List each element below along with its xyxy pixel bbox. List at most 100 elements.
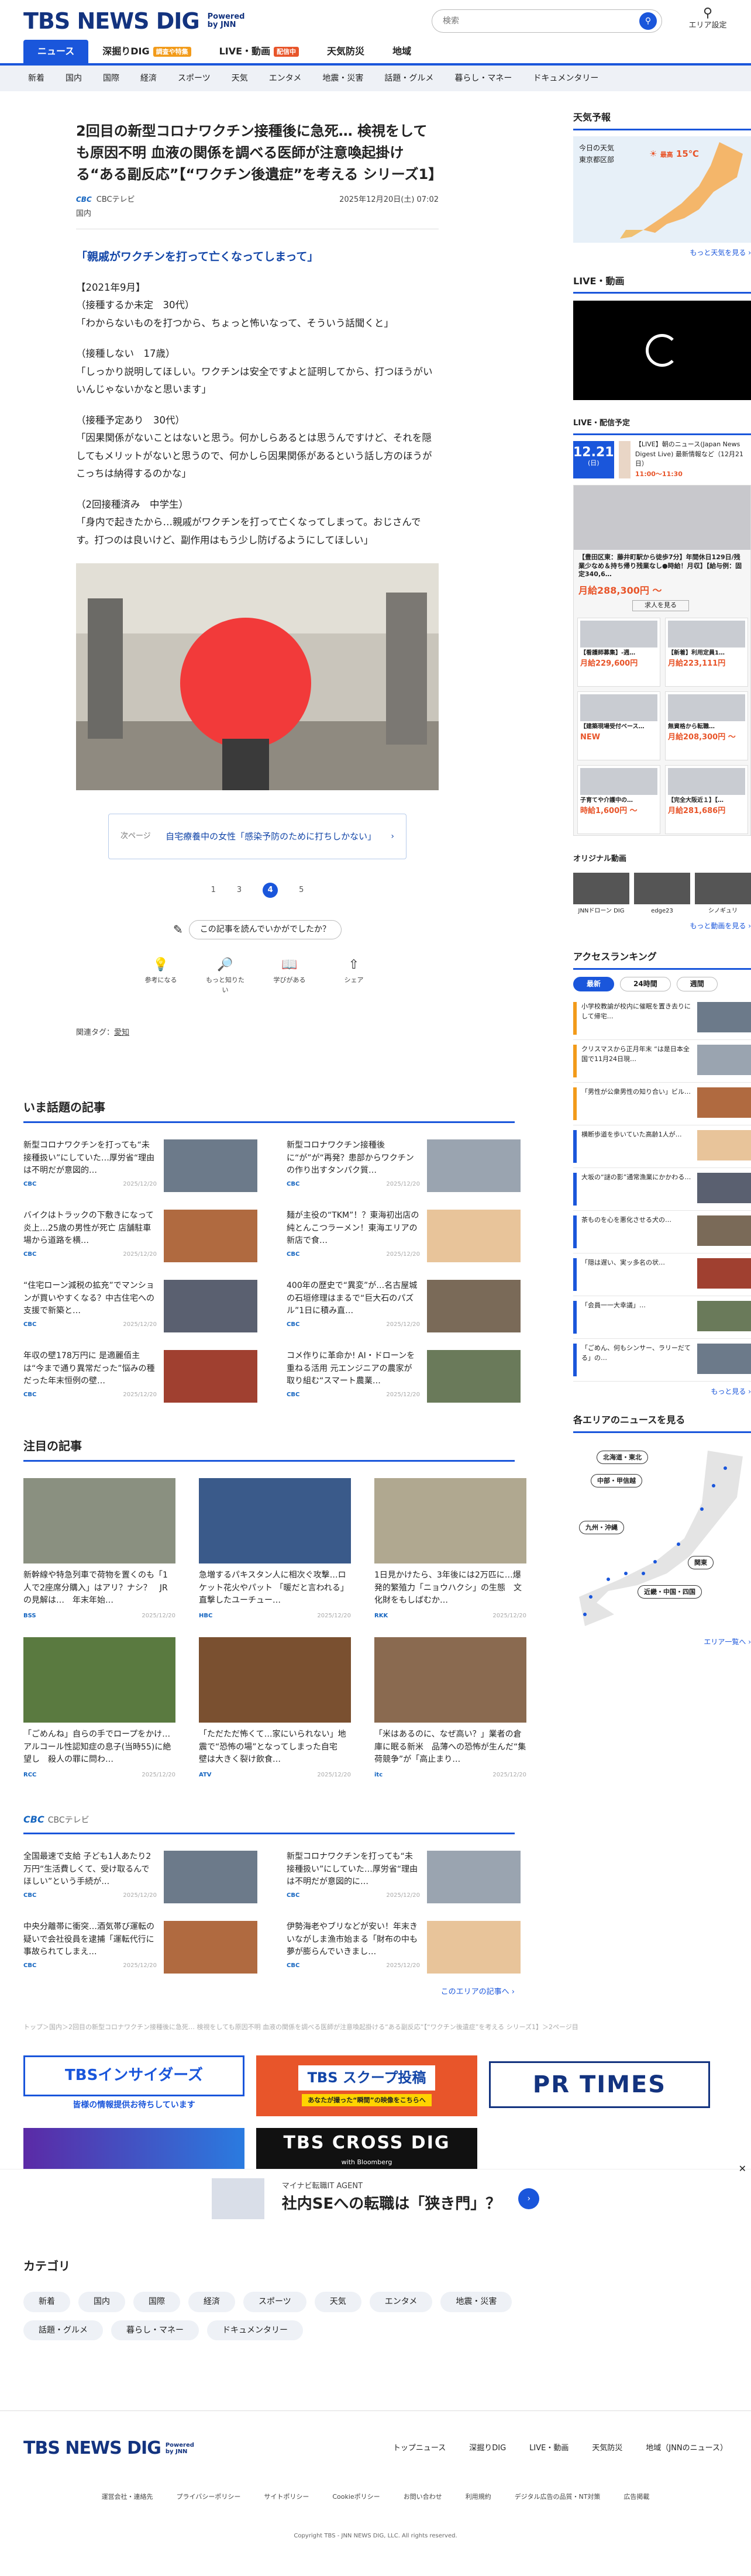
featured-card[interactable]: 1日見かけたら、3年後には2万匹に…爆発的繁殖力「ニョウハクシ」の生態 文化財を…: [374, 1478, 526, 1621]
ranking-item[interactable]: 大坂の“謎の影”通常漁業にかかわる…: [573, 1168, 751, 1211]
footer-sublink[interactable]: 広告掲載: [623, 2492, 649, 2502]
category-button[interactable]: 暮らし・マネー: [111, 2320, 199, 2340]
article-card[interactable]: 新型コロナワクチンを打っても“未接種扱い”にしていた…厚労省“理由は不明だが意図…: [287, 1850, 521, 1908]
ranking-item[interactable]: 横断歩道を歩いていた高齢1人が…: [573, 1125, 751, 1169]
subnav-item[interactable]: 話題・グルメ: [374, 72, 444, 85]
feedback-button[interactable]: この記事を読んでいかがでしたか？: [188, 920, 342, 939]
weather-widget[interactable]: 今日の天気 東京都区部 ☀ 最高 15℃: [573, 136, 751, 243]
subnav-item[interactable]: スポーツ: [167, 72, 221, 85]
ranking-item[interactable]: 「会員一一大幸議」…: [573, 1296, 751, 1339]
article-card[interactable]: 伊勢海老やブリなどが安い！年末きいながしま漁市始まる「財布の中も夢が膨らんでいき…: [287, 1920, 521, 1978]
article-card[interactable]: バイクはトラックの下敷きになって炎上…25歳の男性が死亡 店舗駐車場から道路を横…: [23, 1209, 257, 1267]
footer-sublink[interactable]: 運営会社・連絡先: [102, 2492, 153, 2502]
subnav-item[interactable]: エンタメ: [259, 72, 312, 85]
category-button[interactable]: 国内: [78, 2292, 125, 2312]
footer-sublink[interactable]: お問い合わせ: [404, 2492, 442, 2502]
nav-tab-2[interactable]: LIVE・動画 配信中: [205, 40, 313, 63]
original-video[interactable]: edge23: [634, 873, 690, 916]
ranking-item[interactable]: 「隠は遅い、実ッ多名の状…: [573, 1253, 751, 1297]
job-ad[interactable]: 【豊田区東：藤井町駅から徒歩7分】年間休日129日/残業少なめ＆持ち帰り残業なし…: [573, 485, 751, 836]
category-button[interactable]: エンタメ: [369, 2292, 433, 2312]
search-input[interactable]: [443, 16, 639, 26]
subnav-item[interactable]: 天気: [221, 72, 259, 85]
page-link[interactable]: 4: [263, 883, 278, 898]
nav-tab-3[interactable]: 天気防災: [313, 40, 378, 63]
subnav-item[interactable]: 暮らし・マネー: [444, 72, 522, 85]
original-video[interactable]: JNNドローン DIG: [573, 873, 629, 916]
insider-banner[interactable]: TBSインサイダーズ 皆様の情報提供お待ちしています: [23, 2055, 244, 2116]
article-card[interactable]: 年収の壁178万円に 是適麗佰主は“今まで通り異常だった”悩みの種だった年末恒例…: [23, 1349, 257, 1407]
ad-grid-item[interactable]: 【建築現場受付ベース… NEW: [577, 691, 660, 761]
area-button[interactable]: 九州・沖縄: [579, 1520, 624, 1535]
area-button[interactable]: 関東: [688, 1555, 714, 1570]
ranking-item[interactable]: 「男性が公衆男性の知り合い」ビル…: [573, 1083, 751, 1126]
ranking-tab[interactable]: 週間: [676, 976, 718, 992]
nav-tab-1[interactable]: 深掘りDIG 調査や特集: [88, 40, 205, 63]
area-button[interactable]: 北海道・東北: [597, 1450, 648, 1465]
featured-card[interactable]: 「米はあるのに、なぜ高い？」業者の倉庫に眠る新米 品薄への恐怖が生んだ“集荷競争…: [374, 1637, 526, 1780]
schedule-item[interactable]: 12.21 (日) 【LIVE】朝のニュース(Japan News Digest …: [573, 440, 751, 479]
ranking-item[interactable]: 小学校教諭が校内に催眠を置き去りにして帰宅…: [573, 997, 751, 1041]
cbc-more-link[interactable]: このエリアの記事へ ›: [23, 1986, 515, 1999]
site-logo[interactable]: TBS NEWS DIG: [23, 4, 200, 39]
featured-card[interactable]: 急増するパキスタン人に相次ぐ攻撃…ロケット花火やパット 「暖だと言われる」直撃し…: [199, 1478, 351, 1621]
article-card[interactable]: 麺が主役の“TKM”！？東海初出店の純とんこつラーメン！東海エリアの新店で食… C…: [287, 1209, 521, 1267]
area-button[interactable]: 中部・甲信越: [591, 1473, 642, 1488]
arrow-right-icon[interactable]: ›: [518, 2188, 540, 2209]
ranking-item[interactable]: 「ごめん、何もシンサー、ラリーだてる」の…: [573, 1339, 751, 1382]
article-card[interactable]: コメ作りに革命か! AI・ドローンを重ねる活用 元エンジニアの農家が取り組む“ス…: [287, 1349, 521, 1407]
ad-grid-item[interactable]: 無資格から転職… 月給208,300円 ～: [665, 691, 748, 761]
ad-grid-item[interactable]: 【完全大阪近１】【… 月給281,686円: [665, 765, 748, 835]
search-icon[interactable]: ⚲: [639, 12, 657, 30]
weather-more-link[interactable]: もっと天気を見る ›: [573, 247, 751, 259]
featured-card[interactable]: 「ただただ怖くて…家にいられない」地震で“恐怖の場”となってしまった自宅 壁は大…: [199, 1637, 351, 1780]
featured-card[interactable]: 「ごめんね」自らの手でロープをかけ…アルコール性認知症の息子(当時55)に絶望し…: [23, 1637, 175, 1780]
ad-grid-item[interactable]: 【看護師募集】-週… 月給229,600円: [577, 618, 660, 687]
category-button[interactable]: 天気: [314, 2292, 361, 2312]
page-link[interactable]: 1: [211, 884, 216, 897]
category-button[interactable]: ドキュメンタリー: [207, 2320, 303, 2340]
live-player[interactable]: [573, 301, 751, 401]
ranking-more-link[interactable]: もっと見る ›: [573, 1386, 751, 1397]
article-card[interactable]: 新型コロナワクチン接種後に“が”が“再発？患部からワクチンの作り出すタンパク質……: [287, 1139, 521, 1197]
footer-link[interactable]: トップニュース: [393, 2443, 446, 2455]
original-video[interactable]: シノギュリ: [695, 873, 751, 916]
category-button[interactable]: 新着: [23, 2292, 70, 2312]
tag-link[interactable]: 愛知: [114, 1028, 129, 1037]
footer-logo[interactable]: TBS NEWS DIG: [23, 2434, 161, 2463]
subnav-item[interactable]: 国際: [92, 72, 130, 85]
ranking-tab[interactable]: 最新: [573, 976, 615, 992]
article-card[interactable]: 全国最速で支給 子ども1人あたり2万円“生活費しくて、受け取るんでほしい”という…: [23, 1850, 257, 1908]
footer-sublink[interactable]: サイトポリシー: [264, 2492, 309, 2502]
area-more-link[interactable]: エリア一覧へ ›: [573, 1637, 751, 1648]
footer-sublink[interactable]: デジタル広告の品質・NT対策: [515, 2492, 601, 2502]
reaction-3[interactable]: ⇧ シェア: [333, 955, 374, 996]
subnav-item[interactable]: 新着: [18, 72, 55, 85]
subnav-item[interactable]: 地震・災害: [312, 72, 374, 85]
footer-sublink[interactable]: 利用規約: [466, 2492, 491, 2502]
footer-link[interactable]: 天気防災: [592, 2443, 622, 2455]
article-category[interactable]: 国内: [76, 208, 439, 230]
next-page-link[interactable]: 次ページ 自宅療養中の女性「感染予防のために打ちしかない」 ›: [108, 814, 406, 860]
prtimes-banner[interactable]: PR TIMES: [489, 2061, 710, 2109]
footer-link[interactable]: LIVE・動画: [529, 2443, 569, 2455]
category-button[interactable]: 経済: [188, 2292, 235, 2312]
article-card[interactable]: 新型コロナワクチンを打っても“未接種扱い”にしていた…厚労省“理由は不明だが意図…: [23, 1139, 257, 1197]
reaction-1[interactable]: 🔎 もっと知りたい: [205, 955, 246, 996]
footer-sublink[interactable]: プライバシーポリシー: [177, 2492, 241, 2502]
footer-sublink[interactable]: Cookieポリシー: [332, 2492, 380, 2502]
article-card[interactable]: 中央分離帯に衝突…酒気帯び運転の疑いで会社役員を逮捕「運転代行に事故られてしまえ…: [23, 1920, 257, 1978]
scoop-banner[interactable]: TBS スクープ投稿 あなたが撮った“瞬間”の映像をこちらへ: [256, 2055, 477, 2117]
category-button[interactable]: 話題・グルメ: [23, 2320, 103, 2340]
featured-card[interactable]: 新幹線や特急列車で荷物を置くのも「1人で2座席分購入」はアリ？ナシ？ JRの見解…: [23, 1478, 175, 1621]
ad-grid-item[interactable]: 【新着】利用定員1… 月給223,111円: [665, 618, 748, 687]
subnav-item[interactable]: 国内: [55, 72, 92, 85]
nav-tab-4[interactable]: 地域: [378, 40, 425, 63]
article-card[interactable]: “住宅ローン減税の拡充”でマンションが買いやすくなる？中古住宅への支援で新築と……: [23, 1279, 257, 1337]
ad-cta[interactable]: 求人を見る: [632, 600, 689, 611]
page-link[interactable]: 5: [299, 884, 304, 897]
crossdig-banner[interactable]: TBS CROSS DIG with Bloomberg: [256, 2128, 477, 2169]
reaction-2[interactable]: 📖 学びがある: [269, 955, 310, 996]
category-button[interactable]: スポーツ: [243, 2292, 306, 2312]
subnav-item[interactable]: 経済: [130, 72, 167, 85]
